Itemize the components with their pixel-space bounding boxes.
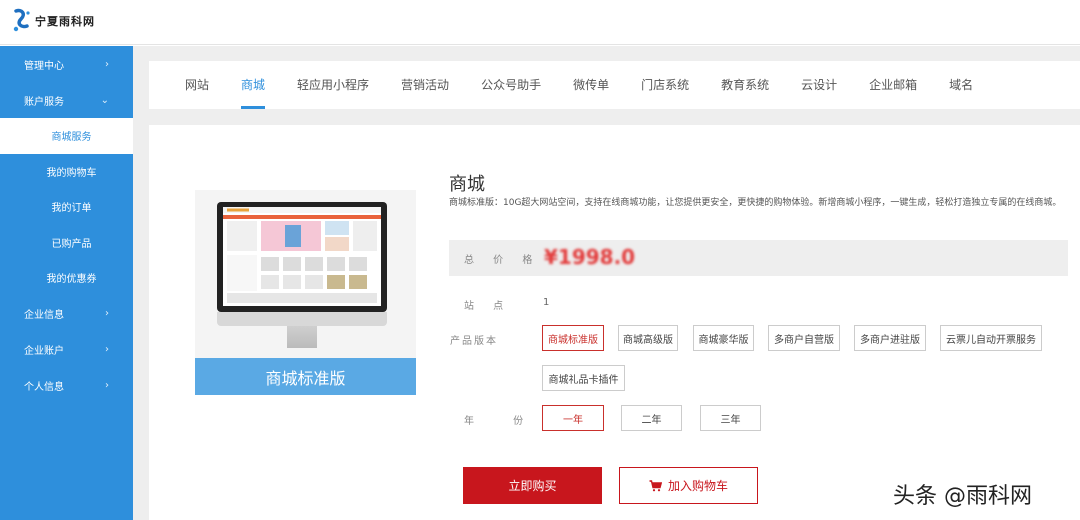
mall-preview-icon	[223, 207, 381, 303]
tab-store-system[interactable]: 门店系统	[641, 61, 689, 109]
version-label: 产品版本	[450, 336, 498, 347]
chevron-right-icon: ›	[105, 308, 109, 319]
top-bar: 宁夏雨科网	[0, 0, 1080, 45]
price-row: 总 价 格 ¥1998.0	[449, 240, 1068, 276]
product-description: 商城标准版：10G超大网站空间，支持在线商城功能，让您提供更安全，更快捷的购物体…	[449, 198, 1062, 208]
sidebar-sub-my-cart[interactable]: 我的购物车	[0, 154, 133, 190]
sidebar-sub-my-orders[interactable]: 我的订单	[0, 189, 133, 225]
price-value: ¥1998.0	[544, 245, 636, 269]
tab-enterprise-mail[interactable]: 企业邮箱	[869, 61, 917, 109]
sidebar-item-account-service[interactable]: 账户服务 ⌄	[0, 82, 133, 118]
version-option-advanced[interactable]: 商城高级版	[618, 325, 678, 351]
brand-logo[interactable]: 宁夏雨科网	[12, 8, 95, 34]
version-option-merchant-entry[interactable]: 多商户进驻版	[854, 325, 926, 351]
cart-icon	[649, 479, 662, 491]
product-title: 商城	[449, 174, 485, 195]
price-label: 总 价 格	[464, 255, 541, 266]
product-image: 商城标准版	[195, 190, 416, 395]
chevron-down-icon: ⌄	[100, 94, 109, 106]
version-option-deluxe[interactable]: 商城豪华版	[693, 325, 754, 351]
add-to-cart-label: 加入购物车	[667, 479, 728, 493]
sidebar-item-management[interactable]: 管理中心 ›	[0, 46, 133, 82]
chevron-right-icon: ›	[105, 380, 109, 391]
year-option-three[interactable]: 三年	[700, 405, 761, 431]
year-label: 年 份	[464, 416, 542, 427]
imac-chin	[217, 312, 387, 326]
sidebar-item-label: 企业账户	[24, 346, 64, 357]
tab-micro-flyer[interactable]: 微传单	[573, 61, 609, 109]
brand-name: 宁夏雨科网	[35, 15, 95, 28]
year-option-one[interactable]: 一年	[542, 405, 604, 431]
sidebar-item-label: 管理中心	[24, 60, 64, 72]
tab-cloud-design[interactable]: 云设计	[801, 61, 837, 109]
watermark: 头条 @雨科网	[893, 484, 1032, 509]
site-label: 站 点	[464, 301, 512, 312]
sidebar-item-label: 个人信息	[24, 382, 64, 393]
version-option-self-operated[interactable]: 多商户自营版	[768, 325, 840, 351]
version-option-auto-invoice[interactable]: 云票儿自动开票服务	[940, 325, 1042, 351]
sidebar: 管理中心 › 账户服务 ⌄ 商城服务 我的购物车 我的订单 已购产品 我的优惠券…	[0, 46, 133, 520]
sidebar-sub-coupons[interactable]: 我的优惠券	[0, 260, 133, 296]
imac-stand	[287, 326, 317, 348]
image-caption: 商城标准版	[195, 358, 416, 395]
version-option-gift-card[interactable]: 商城礼品卡插件	[542, 365, 625, 391]
tab-marketing[interactable]: 营销活动	[401, 61, 449, 109]
sidebar-item-personal-info[interactable]: 个人信息 ›	[0, 368, 133, 404]
logo-mark-icon	[13, 8, 30, 32]
product-tabs: 网站 商城 轻应用小程序 营销活动 公众号助手 微传单 门店系统 教育系统 云设…	[149, 61, 1080, 109]
tab-mall[interactable]: 商城	[241, 61, 266, 109]
sidebar-item-label: 账户服务	[24, 96, 64, 108]
sidebar-sub-purchased[interactable]: 已购产品	[0, 225, 133, 261]
sidebar-item-company-info[interactable]: 企业信息 ›	[0, 296, 133, 332]
chevron-right-icon: ›	[105, 344, 109, 355]
sidebar-sub-mall-service[interactable]: 商城服务	[0, 118, 133, 154]
tab-domain[interactable]: 域名	[949, 61, 973, 109]
year-option-two[interactable]: 二年	[621, 405, 682, 431]
tab-education-system[interactable]: 教育系统	[721, 61, 769, 109]
add-to-cart-button[interactable]: 加入购物车	[619, 467, 758, 504]
tab-mini-program[interactable]: 轻应用小程序	[297, 61, 369, 109]
chevron-right-icon: ›	[105, 58, 109, 70]
version-option-standard[interactable]: 商城标准版	[542, 325, 604, 351]
sidebar-item-label: 企业信息	[24, 310, 64, 321]
site-value: 1	[543, 297, 550, 308]
buy-now-button[interactable]: 立即购买	[463, 467, 602, 504]
imac-screen-icon	[217, 202, 387, 312]
tab-website[interactable]: 网站	[185, 61, 209, 109]
sidebar-item-company-account[interactable]: 企业账户 ›	[0, 332, 133, 368]
tab-official-account[interactable]: 公众号助手	[481, 61, 541, 109]
